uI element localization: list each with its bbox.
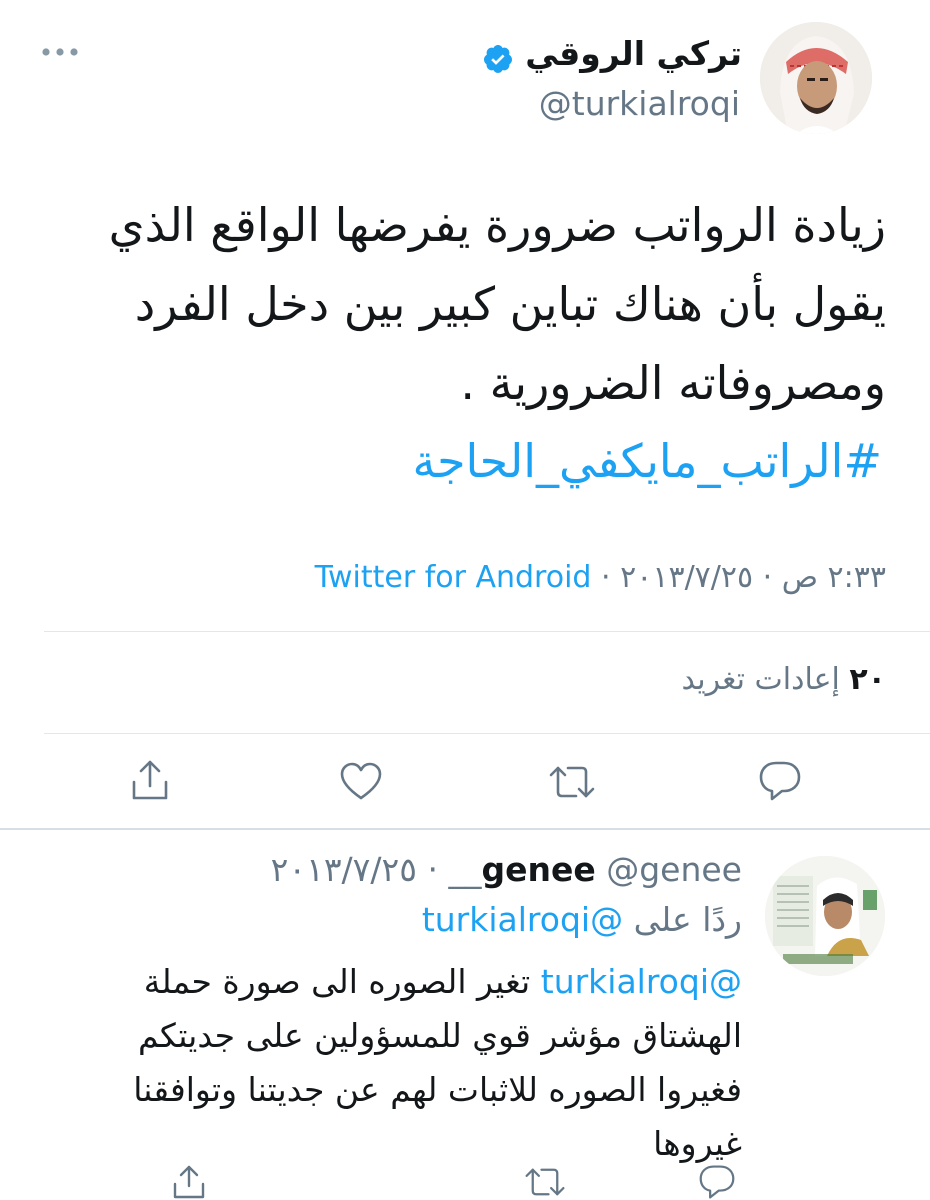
- replying-to: ردًا على @turkialroqi: [422, 900, 742, 939]
- retweet-count: ٢٠: [849, 662, 886, 697]
- author-name[interactable]: تركي الروقي: [525, 34, 742, 73]
- tweet-text-line: يقول بأن هناك تباين كبير بين دخل الفرد: [134, 277, 886, 331]
- hashtag-link[interactable]: #الراتب_مايكفي_الحاجة: [412, 434, 882, 488]
- reply-icon[interactable]: [698, 1164, 736, 1200]
- reply-date[interactable]: ٢٠١٣/٧/٢٥: [271, 850, 417, 889]
- tweet-meta: ٢:٣٣ ص · ٢٠١٣/٧/٢٥ · Twitter for Android: [315, 560, 886, 595]
- reply-text-line: غيروها: [653, 1124, 742, 1163]
- divider: [44, 631, 930, 632]
- reply-header: genee @genee__ · ٢٠١٣/٧/٢٥: [271, 850, 742, 889]
- meta-separator: ·: [601, 560, 611, 595]
- replying-to-label: ردًا على: [633, 900, 742, 939]
- reply-text-line: الهشتاق مؤشر قوي للمسؤولين على جديتكم: [138, 1016, 742, 1055]
- share-icon[interactable]: [130, 758, 170, 802]
- tweet-source-link[interactable]: Twitter for Android: [315, 560, 592, 595]
- reply-text: @turkialroqi تغير الصوره الى صورة حملة ا…: [42, 955, 742, 1171]
- author-avatar-image: [760, 22, 872, 134]
- tweet-text-line: ومصروفاته الضرورية .: [460, 356, 886, 410]
- reply-avatar[interactable]: [765, 856, 885, 976]
- more-icon[interactable]: [40, 42, 80, 66]
- divider: [0, 828, 930, 830]
- retweet-icon[interactable]: [524, 1166, 566, 1198]
- retweet-label: إعادات تغريد: [681, 662, 840, 697]
- replying-to-link[interactable]: @turkialroqi: [422, 900, 623, 939]
- retweet-icon[interactable]: [548, 764, 596, 800]
- reply-avatar-image: [765, 856, 885, 976]
- tweet-text: زيادة الرواتب ضرورة يفرضها الواقع الذي ي…: [26, 186, 886, 423]
- like-icon[interactable]: [339, 762, 383, 802]
- author-avatar[interactable]: [760, 22, 872, 134]
- tweet-timestamp[interactable]: ٢:٣٣ ص · ٢٠١٣/٧/٢٥: [620, 560, 886, 595]
- retweet-stats[interactable]: ٢٠ إعادات تغريد: [682, 662, 887, 697]
- reply-icon[interactable]: [758, 760, 802, 802]
- divider: [44, 733, 930, 734]
- author-handle[interactable]: @turkialroqi: [539, 84, 740, 123]
- reply-text-line: تغير الصوره الى صورة حملة: [143, 962, 531, 1001]
- verified-icon: [482, 43, 514, 79]
- reply-mention-link[interactable]: @turkialroqi: [541, 962, 742, 1001]
- reply-dot: ·: [427, 850, 438, 889]
- tweet-text-line: زيادة الرواتب ضرورة يفرضها الواقع الذي: [108, 198, 886, 252]
- reply-text-line: فغيروا الصوره للاثبات لهم عن جديتنا وتوا…: [133, 1070, 742, 1109]
- reply-author-name[interactable]: genee: [481, 850, 595, 889]
- share-icon[interactable]: [172, 1164, 206, 1200]
